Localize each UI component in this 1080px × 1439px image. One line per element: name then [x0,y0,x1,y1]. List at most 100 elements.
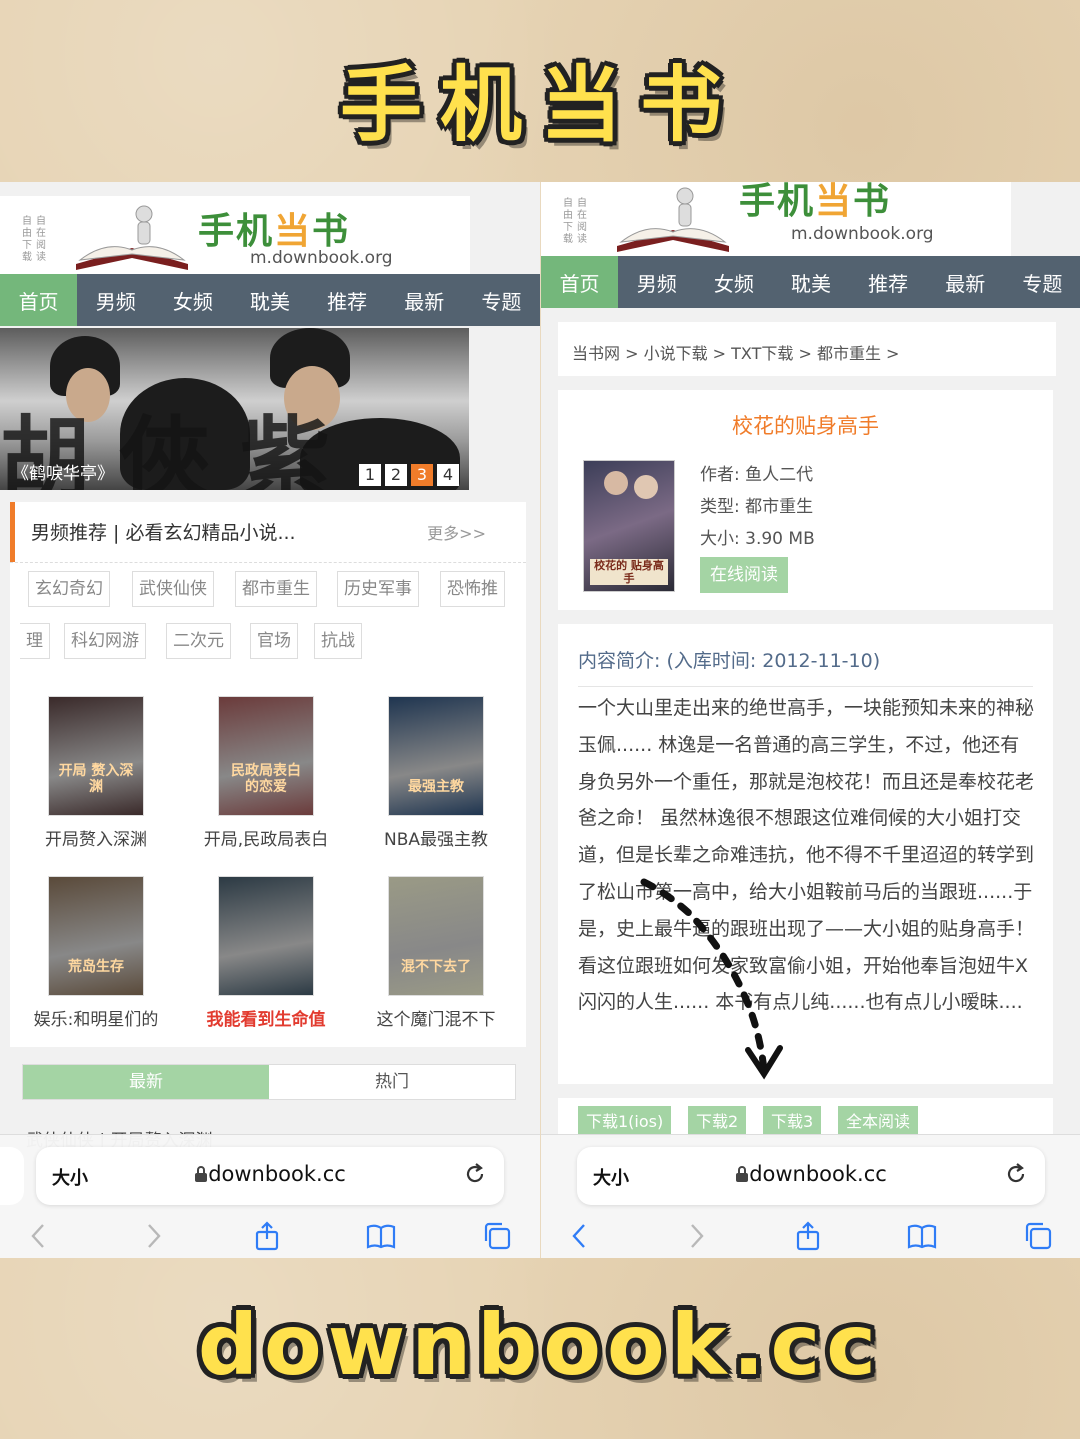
nav-item[interactable]: 最新 [386,274,463,326]
list-tab[interactable]: 最新 [23,1065,269,1099]
genre-tag[interactable]: 都市重生 [235,571,317,607]
genre-tag[interactable]: 科幻网游 [64,623,146,659]
site-header: 自由下载 自在阅读 手机当书 m.downbook.org [0,196,470,276]
banner-pager: 1234 [359,464,459,486]
side-tag-char: 阅 [577,222,587,233]
share-icon[interactable] [793,1221,823,1251]
book-cover[interactable]: 民政局表白 的恋爱 [218,696,314,816]
nav-item[interactable]: 推荐 [309,274,386,326]
genre-tag[interactable]: 官场 [250,623,298,659]
nav-item[interactable]: 女频 [695,256,772,308]
back-icon[interactable] [24,1221,54,1251]
genre-tag[interactable]: 抗战 [314,623,362,659]
author-row: 作者: 鱼人二代 [700,465,814,485]
download-buttons: 下载1(ios) 下载2 下载3 全本阅读 [558,1098,1053,1138]
book-info-card: 校花的贴身高手 校花的 贴身高手 作者: 鱼人二代 类型: 都市重生 大小: 3… [558,390,1053,610]
book-title[interactable]: 这个魔门混不下 [351,1005,521,1030]
site-header: 自由下载 自在阅读 手机当书 m.downbook.org [541,182,1011,258]
book-title: 校花的贴身高手 [732,414,879,438]
book-cover[interactable]: 校花的 贴身高手 [583,460,675,592]
tabs-icon[interactable] [482,1221,512,1251]
side-tag-char: 载 [22,252,32,263]
nav-item[interactable]: 首页 [541,256,619,308]
cover-title: 最强主教 [408,779,464,795]
side-tag-char: 由 [563,210,573,221]
nav-item[interactable]: 男频 [618,256,695,308]
side-tag-char: 下 [22,240,32,251]
section-title: 男频推荐 | 必看玄幻精品小说... [31,522,296,544]
size-row: 大小: 3.90 MB [700,529,815,549]
book-title[interactable]: 开局赘入深渊 [11,825,181,850]
pager-dot[interactable]: 1 [359,464,381,486]
section-header: 男频推荐 | 必看玄幻精品小说... 更多>> [10,502,526,562]
book-cover[interactable]: 混不下去了 [388,876,484,996]
nav-item[interactable]: 专题 [1004,256,1080,308]
book-cover[interactable]: 最强主教 [388,696,484,816]
nav-item[interactable]: 推荐 [850,256,927,308]
list-tab[interactable]: 热门 [269,1065,515,1099]
book-title[interactable]: NBA最强主教 [351,825,521,850]
bookmarks-icon[interactable] [366,1221,396,1251]
browser-toolbar [0,1221,540,1251]
lock-icon [736,1166,749,1182]
side-tag-char: 下 [563,222,573,233]
cover-figure [634,475,658,499]
banner-caption: 《鹤唳华亭》 [12,464,114,484]
open-book-logo-icon [617,187,729,252]
nav-item[interactable]: 最新 [927,256,1004,308]
open-book-logo-icon [76,205,188,270]
book-grid: 开局 赘入深渊开局赘入深渊 民政局表白 的恋爱开局,民政局表白 最强主教 NBA最强主… [10,662,526,1047]
more-link[interactable]: 更多>> [427,520,486,544]
share-icon[interactable] [252,1221,282,1251]
side-tags: 自由下载 自在阅读 [563,198,603,246]
breadcrumb[interactable]: 当书网 > 小说下载 > TXT下载 > 都市重生 > [558,322,1056,376]
nav-item[interactable]: 耽美 [231,274,308,326]
bookmarks-icon[interactable] [907,1221,937,1251]
side-tag-char: 阅 [36,240,46,251]
site-logo-title[interactable]: 手机当书 [198,202,350,254]
headline-title: 手机当书 [339,58,740,153]
banner-slider[interactable]: 胡俠紫直 《鹤唳华亭》 1234 [0,328,469,490]
nav-item[interactable]: 耽美 [772,256,849,308]
tabs-icon[interactable] [1023,1221,1053,1251]
phone-screen-home: 自由下载 自在阅读 手机当书 m.downbook.org 首页 男频 女频 耽美 推荐最… [0,182,540,1258]
genre-tag[interactable]: 历史军事 [337,571,419,607]
nav-item[interactable]: 专题 [463,274,540,326]
genre-tag[interactable]: 玄幻奇幻 [28,571,110,607]
side-tag-char: 自 [563,198,573,209]
genre-tag[interactable]: 武侠仙侠 [132,571,214,607]
forward-icon[interactable] [681,1221,711,1251]
nav-item[interactable]: 首页 [0,274,78,326]
book-cover[interactable]: 开局 赘入深渊 [48,696,144,816]
genre-tag[interactable]: 理 [20,623,50,659]
site-logo-title[interactable]: 手机当书 [739,182,891,224]
genre-tag[interactable]: 恐怖推 [440,571,505,607]
pager-dot[interactable]: 3 [411,464,433,486]
cover-title: 校花的 贴身高手 [590,559,668,585]
dotted-arrow-annotation [640,878,783,1080]
site-logo-url: m.downbook.org [250,248,393,268]
book-title[interactable]: 我能看到生命值 [181,1005,351,1030]
read-online-button[interactable]: 在线阅读 [700,557,788,593]
cover-title: 荒岛生存 [68,959,124,975]
book-cover[interactable] [218,876,314,996]
pager-dot[interactable]: 4 [437,464,459,486]
address-bar[interactable]: 大小 downbook.cc [577,1147,1045,1205]
book-title[interactable]: 娱乐:和明星们的 [11,1005,181,1030]
back-icon[interactable] [565,1221,595,1251]
pager-dot[interactable]: 2 [385,464,407,486]
reload-icon[interactable] [1003,1161,1029,1187]
forward-icon[interactable] [138,1221,168,1251]
book-cover[interactable]: 荒岛生存 [48,876,144,996]
reload-icon[interactable] [462,1161,488,1187]
nav-item[interactable]: 女频 [154,274,231,326]
genre-tags: 玄幻奇幻 武侠仙侠 都市重生 历史军事 恐怖推理科幻网游 二次元 官场 抗战 [10,562,526,662]
side-tag-char: 在 [36,228,46,239]
browser-chrome: 大小 downbook.cc [541,1134,1080,1258]
nav-item[interactable]: 男频 [77,274,154,326]
side-tag-char: 读 [36,252,46,263]
main-nav: 首页 男频 女频 耽美 推荐 最新 专题 [541,256,1080,308]
address-bar[interactable]: 大小 downbook.cc [36,1147,504,1205]
book-title[interactable]: 开局,民政局表白 [181,825,351,850]
genre-tag[interactable]: 二次元 [166,623,231,659]
